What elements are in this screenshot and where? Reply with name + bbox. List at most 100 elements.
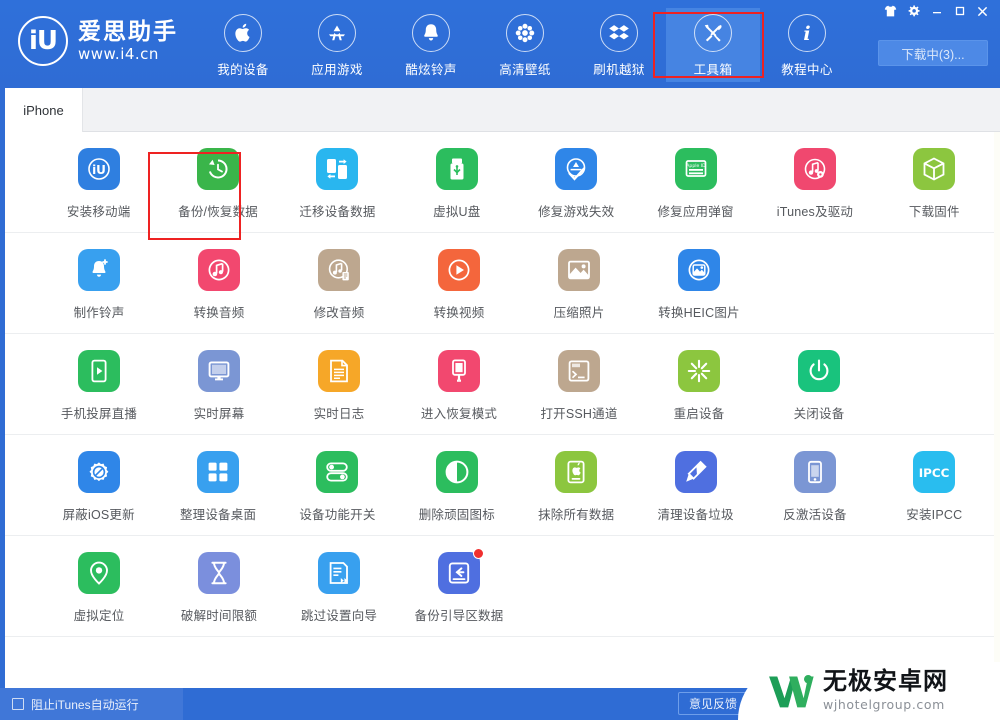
tool-tile-label: 修改音频 [313,306,365,320]
tool-tile[interactable]: 抹除所有数据 [517,451,636,523]
tool-tile[interactable]: 清理设备垃圾 [636,451,755,523]
ringtone-add-icon [78,249,120,291]
tool-tile-label: 修复游戏失效 [538,205,615,219]
block-update-icon [77,451,120,493]
theme-shirt-icon[interactable] [879,2,902,21]
tool-tile[interactable]: iU 安装移动端 [39,148,158,220]
ssh-terminal-icon [558,350,600,392]
power-off-icon [798,350,840,392]
nav-item-6[interactable]: 工具箱 [666,8,760,82]
nav-item-7[interactable]: i 教程中心 [760,8,854,82]
tool-tile[interactable]: 虚拟定位 [39,552,159,624]
tool-tile-label: 打开SSH通道 [540,407,618,421]
tool-tile[interactable]: 屏蔽iOS更新 [39,451,158,523]
nav-item-1[interactable]: 我的设备 [196,8,290,82]
tool-tile[interactable]: 跳过设置向导 [279,552,399,624]
settings-gear-icon[interactable] [902,2,925,21]
tool-tile[interactable]: iTunes及驱动 [755,148,874,220]
prevent-itunes-checkbox[interactable] [12,698,24,710]
tool-tile[interactable]: 修改音频 [279,249,399,321]
tool-tile[interactable]: 反激活设备 [755,451,874,523]
organize-home-icon [197,451,240,493]
tools-icon [694,14,732,52]
tool-tile[interactable]: IPCC 安装IPCC [875,451,994,523]
nav-item-label: 应用游戏 [311,63,363,77]
tool-tile[interactable]: 设备功能开关 [278,451,397,523]
tool-tile[interactable]: 打开SSH通道 [519,350,639,422]
video-convert-icon [438,249,480,291]
tool-tile[interactable]: 压缩照片 [519,249,639,321]
svg-text:IPCC: IPCC [919,466,949,480]
minimize-icon[interactable] [925,2,948,21]
tool-tile[interactable]: 进入恢复模式 [399,350,519,422]
apple-id-icon: Apple ID [674,148,717,190]
status-bar: 阻止iTunes自动运行 意见反馈 [0,688,1000,720]
prevent-itunes-toggle[interactable]: 阻止iTunes自动运行 [0,688,183,720]
brand-logo-icon: iU [18,16,68,66]
tool-tile-label: 迁移设备数据 [299,205,376,219]
tool-tile-label: 制作铃声 [73,306,125,320]
tool-tile[interactable]: 备份引导区数据 [399,548,519,624]
brand-url: www.i4.cn [78,44,159,63]
nav-item-4[interactable]: 高清壁纸 [478,8,572,82]
tool-tile-label: 备份/恢复数据 [178,205,258,219]
vertical-scrollbar[interactable] [994,132,1000,688]
tool-tile-label: 备份引导区数据 [414,609,504,623]
nav-item-5[interactable]: 刷机越狱 [572,8,666,82]
tool-tile[interactable]: 整理设备桌面 [158,451,277,523]
tool-tile[interactable]: 转换HEIC图片 [639,249,759,321]
realtime-log-icon [318,350,360,392]
tool-tile-label: iTunes及驱动 [776,205,854,219]
tool-tile[interactable]: 关闭设备 [759,350,879,422]
tool-tile[interactable]: 破解时间限额 [159,552,279,624]
tool-tile[interactable]: 转换音频 [159,249,279,321]
flower-icon [506,14,544,52]
brand: iU 爱思助手 www.i4.cn [18,16,178,66]
screen-cast-icon [78,350,120,392]
toolbox-row: iU 安装移动端 备份/恢复数据 迁移设备数据 虚拟U盘 修复游戏失效 Apple ID 修复… [5,132,994,233]
tool-tile-label: 转换视频 [433,306,485,320]
nav-item-label: 酷炫铃声 [405,63,457,77]
dropbox-icon [600,14,638,52]
tool-tile[interactable]: 删除顽固图标 [397,451,516,523]
tool-tile[interactable]: 下载固件 [875,148,994,220]
svg-text:i: i [803,23,810,44]
download-status-button[interactable]: 下载中(3)... [878,40,988,66]
device-migrate-icon [316,148,359,190]
firmware-box-icon [913,148,956,190]
nav-item-2[interactable]: 应用游戏 [290,8,384,82]
itunes-icon [793,148,836,190]
audio-edit-icon [318,249,360,291]
tool-tile-label: 破解时间限额 [180,609,258,623]
tool-tile[interactable]: 制作铃声 [39,249,159,321]
close-icon[interactable] [971,2,994,21]
tool-tile-label: 修复应用弹窗 [657,205,734,219]
tool-tile[interactable]: 修复游戏失效 [517,148,636,220]
hourglass-icon [198,552,240,594]
tool-tile-label: 转换HEIC图片 [658,306,740,320]
tab-iphone[interactable]: iPhone [5,88,83,132]
feedback-button[interactable]: 意见反馈 [677,692,748,715]
tool-tile-label: 手机投屏直播 [60,407,138,421]
tool-tile[interactable]: 备份/恢复数据 [158,148,277,220]
tool-tile-label: 清理设备垃圾 [657,508,734,522]
tool-tile-label: 压缩照片 [553,306,605,320]
delete-icon-icon [435,451,478,493]
tool-tile[interactable]: Apple ID 修复应用弹窗 [636,148,755,220]
tool-tile[interactable]: 迁移设备数据 [278,148,397,220]
app-window: iU 爱思助手 www.i4.cn 我的设备 应用游戏 酷炫铃声 高清壁纸 刷机越狱 工具… [0,0,1000,720]
tool-tile[interactable]: 实时屏幕 [159,350,279,422]
nav-item-3[interactable]: 酷炫铃声 [384,8,478,82]
toolbox-row: 屏蔽iOS更新 整理设备桌面 设备功能开关 删除顽固图标 抹除所有数据 清理设备垃圾 反激活… [5,435,994,536]
tool-tile[interactable]: 实时日志 [279,350,399,422]
tool-tile[interactable]: 手机投屏直播 [39,350,159,422]
tool-tile-label: 关闭设备 [793,407,845,421]
svg-text:Apple ID: Apple ID [686,163,706,169]
prevent-itunes-label: 阻止iTunes自动运行 [31,697,139,712]
maximize-icon[interactable] [948,2,971,21]
tool-tile-label: 安装IPCC [906,508,963,522]
tool-tile[interactable]: 转换视频 [399,249,519,321]
toolbox-row: 制作铃声 转换音频 修改音频 转换视频 压缩照片 转换HEIC图片 [5,233,994,334]
tool-tile[interactable]: 虚拟U盘 [397,148,516,220]
tool-tile[interactable]: 重启设备 [639,350,759,422]
